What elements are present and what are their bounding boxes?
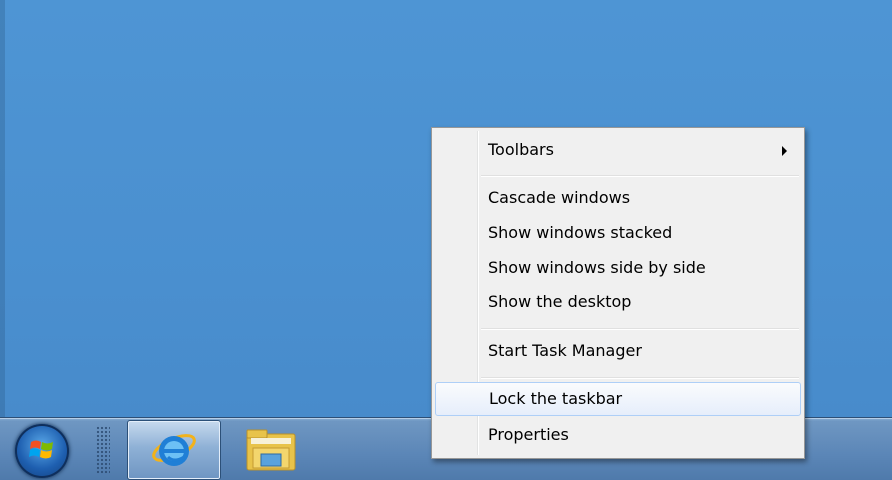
menu-item-label: Properties xyxy=(488,425,569,444)
menu-item-cascade-windows[interactable]: Cascade windows xyxy=(435,181,799,215)
internet-explorer-icon xyxy=(152,434,196,466)
menu-item-toolbars[interactable]: Toolbars xyxy=(435,133,799,167)
start-button[interactable] xyxy=(15,424,69,478)
windows-logo-icon xyxy=(29,440,53,459)
menu-separator xyxy=(481,328,799,330)
menu-item-lock-the-taskbar[interactable]: Lock the taskbar xyxy=(435,382,801,416)
menu-item-show-the-desktop[interactable]: Show the desktop xyxy=(435,285,799,319)
menu-separator xyxy=(481,175,799,177)
menu-item-label: Lock the taskbar xyxy=(489,389,623,408)
window-edge xyxy=(0,0,5,479)
menu-item-label: Toolbars xyxy=(488,140,554,159)
menu-item-label: Show windows side by side xyxy=(488,258,706,277)
menu-item-start-task-manager[interactable]: Start Task Manager xyxy=(435,334,799,368)
taskbar-button-internet-explorer[interactable] xyxy=(127,420,221,480)
taskbar-context-menu: Toolbars Cascade windows Show windows st… xyxy=(431,127,805,459)
taskbar-gripper[interactable] xyxy=(96,426,110,474)
menu-item-label: Show windows stacked xyxy=(488,223,673,242)
folder-icon[interactable] xyxy=(243,424,301,476)
menu-item-show-windows-side-by-side[interactable]: Show windows side by side xyxy=(435,251,799,285)
menu-item-label: Cascade windows xyxy=(488,188,631,207)
submenu-arrow-icon xyxy=(782,146,787,156)
menu-item-label: Start Task Manager xyxy=(488,341,642,360)
menu-item-show-windows-stacked[interactable]: Show windows stacked xyxy=(435,216,799,250)
menu-separator xyxy=(481,377,799,379)
menu-item-label: Show the desktop xyxy=(488,292,632,311)
menu-item-properties[interactable]: Properties xyxy=(435,418,799,452)
